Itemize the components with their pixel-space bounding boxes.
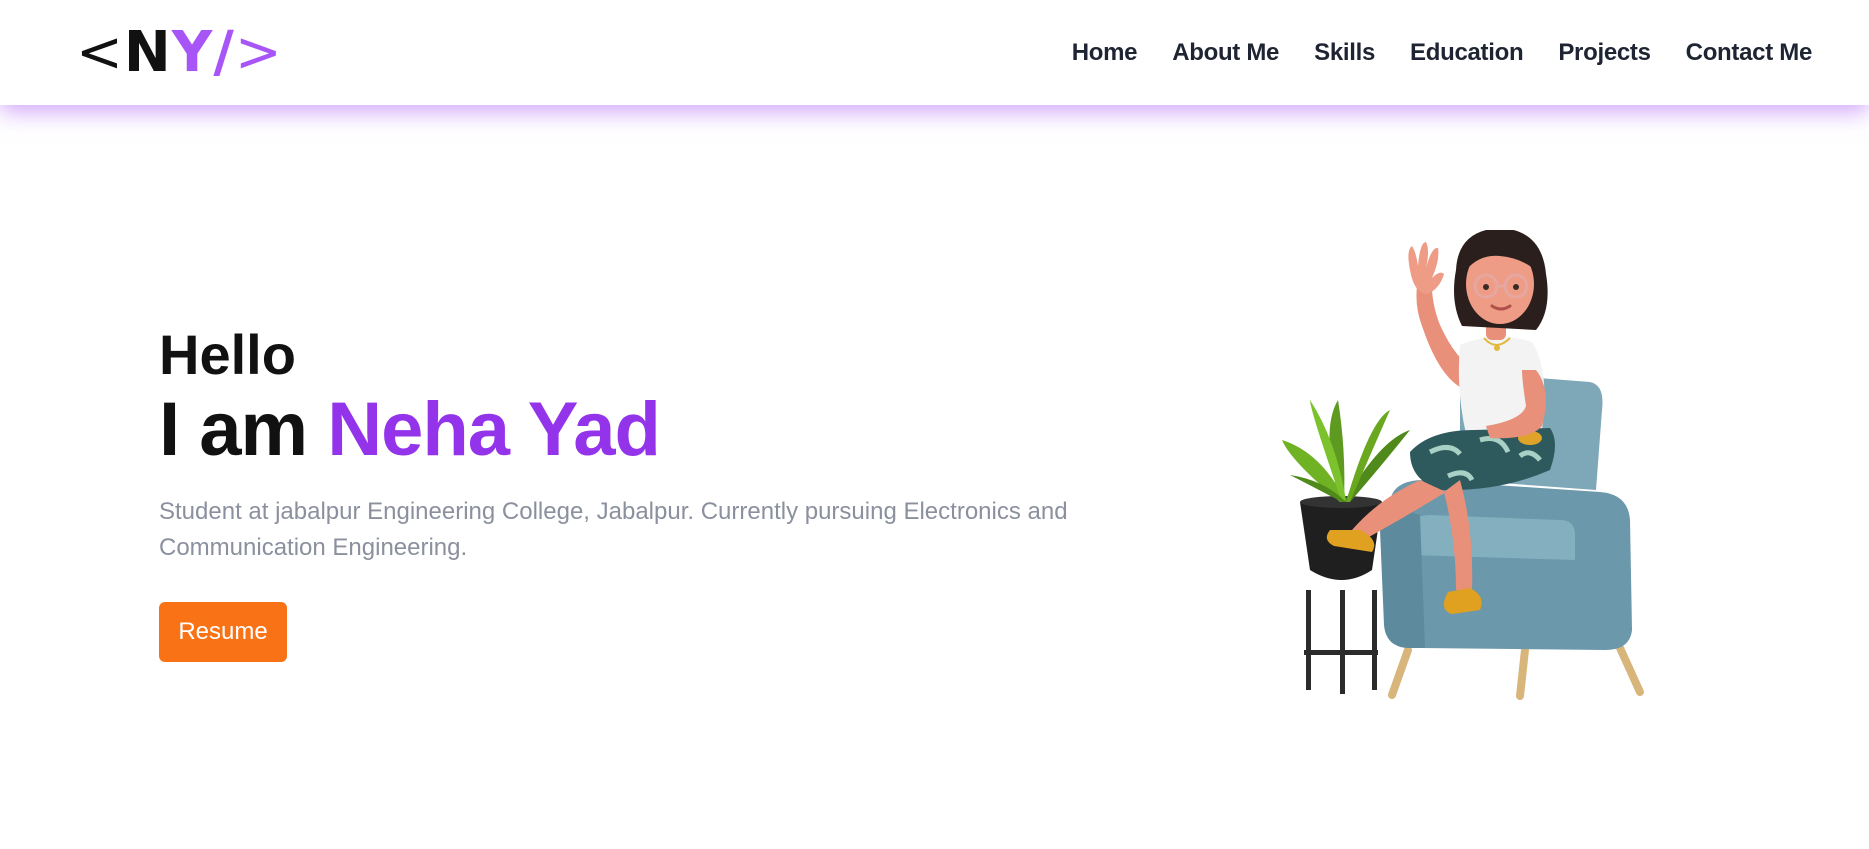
nav-link-education[interactable]: Education [1410, 39, 1524, 67]
plant-leaves [1282, 400, 1410, 502]
logo[interactable]: < N Y / > [76, 19, 283, 85]
nav-link-home[interactable]: Home [1072, 39, 1138, 67]
nav-link-projects[interactable]: Projects [1558, 39, 1651, 67]
hero-description: Student at jabalpur Engineering College,… [159, 498, 1068, 561]
logo-close-bracket: > [234, 19, 283, 85]
logo-letter-n: N [123, 19, 172, 85]
nav-link-skills[interactable]: Skills [1314, 39, 1375, 67]
nav-link-contact-me[interactable]: Contact Me [1686, 39, 1813, 67]
resume-button[interactable]: Resume [159, 602, 287, 662]
nav-link-about-me[interactable]: About Me [1172, 39, 1279, 67]
logo-open-bracket: < [76, 19, 124, 85]
hero-section: Hello I am Neha Yad Student at jabalpur … [159, 322, 1119, 662]
hero-greeting: Hello [159, 323, 296, 386]
navbar: < N Y / > Home About Me Skills Education… [0, 0, 1869, 105]
hero-heading: I am Neha Yad [159, 388, 1119, 472]
nav-menu: Home About Me Skills Education Projects … [1072, 39, 1813, 67]
logo-letter-y: Y [171, 19, 214, 85]
hero-intro-prefix: I am [159, 387, 328, 472]
logo-slash: / [213, 19, 235, 85]
girl-waving-on-armchair-illustration [1282, 230, 1644, 700]
hero-name: Neha Yad [327, 387, 661, 472]
